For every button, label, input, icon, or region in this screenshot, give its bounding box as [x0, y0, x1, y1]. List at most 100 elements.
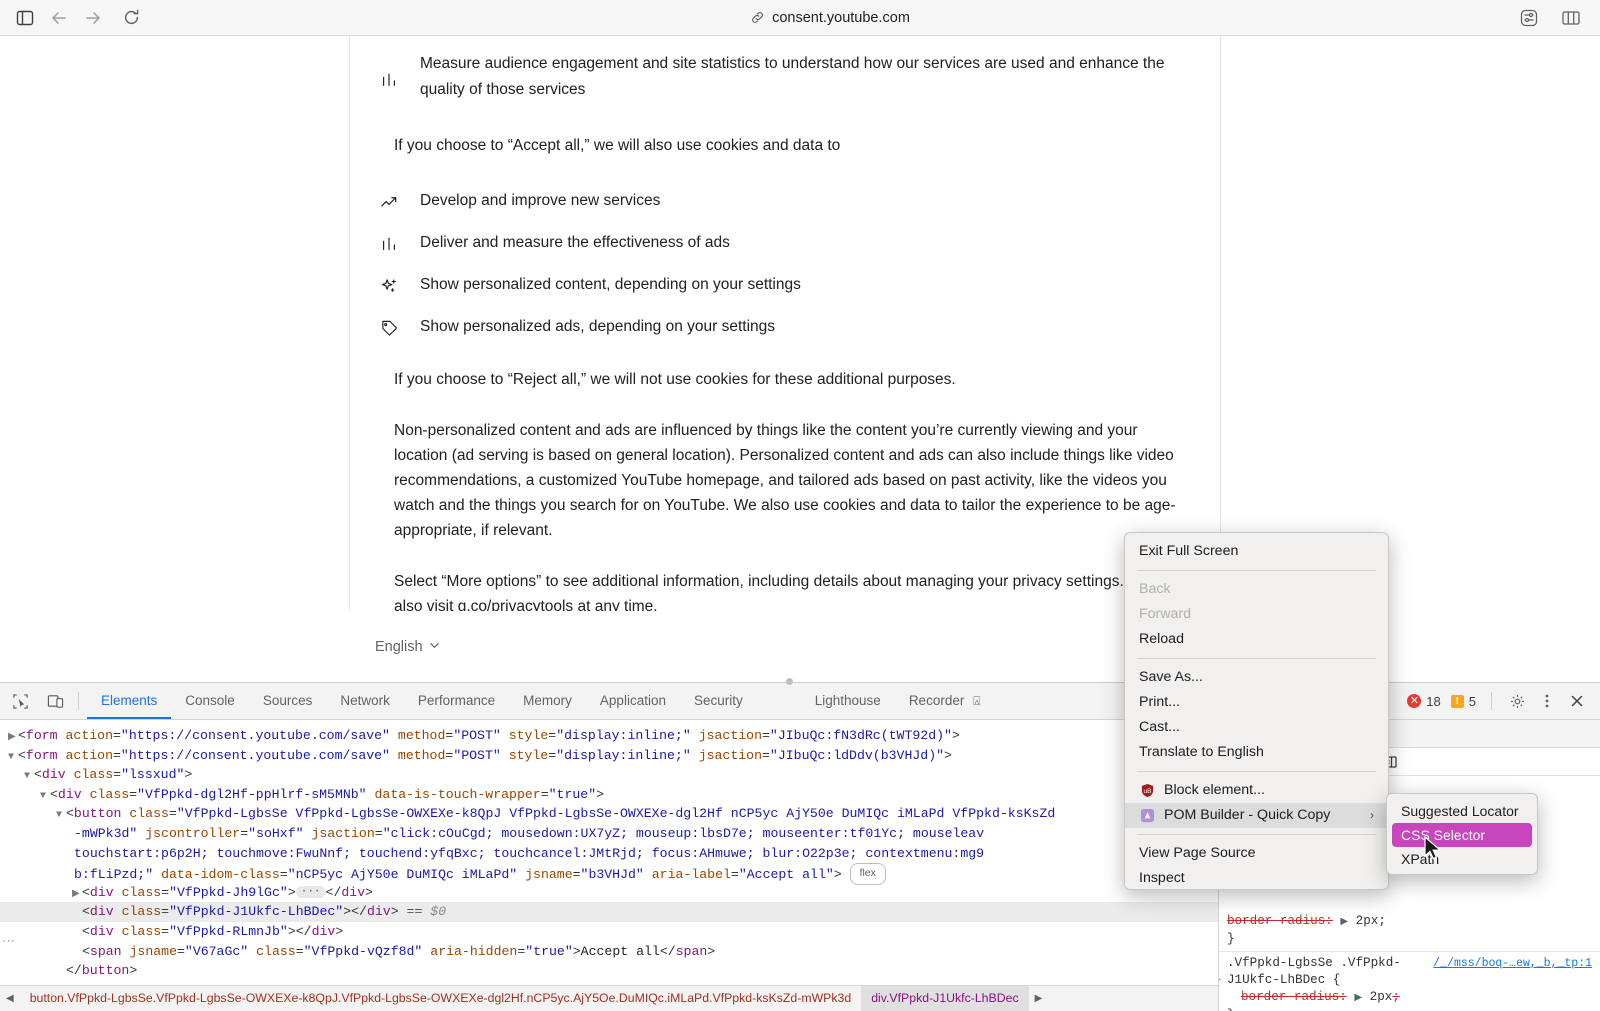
dom-tag: form — [26, 728, 58, 743]
split-view-icon[interactable] — [1556, 4, 1586, 32]
back-arrow-icon[interactable] — [44, 4, 74, 32]
browser-context-menu[interactable]: Exit Full ScreenBackForwardReloadSave As… — [1124, 532, 1389, 890]
dom-node-line[interactable]: </button> — [0, 961, 1218, 981]
css-rule[interactable]: border-radius: ▶ 2px; } — [1219, 910, 1600, 952]
tab-memory[interactable]: Memory — [509, 683, 586, 719]
dom-punc: < — [50, 787, 58, 802]
bar-chart-icon — [376, 67, 402, 93]
dom-node-line[interactable]: <div class="VfPpkd-J1Ukfc-LhBDec"></div>… — [0, 902, 1218, 922]
tab-application[interactable]: Application — [586, 683, 680, 719]
breadcrumb-scroll-left-icon[interactable]: ◀ — [0, 993, 20, 1004]
dom-node-line[interactable]: -mWPk3d" jscontroller="soHxf" jsaction="… — [0, 824, 1218, 844]
svg-text:uB: uB — [1143, 788, 1152, 795]
dom-tree-pane[interactable]: ▶<form action="https://consent.youtube.c… — [0, 720, 1219, 1011]
device-toolbar-icon[interactable] — [40, 686, 70, 716]
css-property-name[interactable]: border-radius — [1241, 990, 1339, 1004]
dom-node-line[interactable]: <span jsname="V67aGc" class="VfPpkd-vQzf… — [0, 942, 1218, 962]
menu-divider — [1137, 834, 1376, 835]
more-vertical-icon[interactable] — [1534, 688, 1560, 714]
context-menu-item-block-element[interactable]: uBBlock element... — [1125, 778, 1388, 803]
dom-punc: = — [762, 728, 770, 743]
dom-attr: class — [90, 787, 130, 802]
row-actions-icon[interactable]: ⋯ — [2, 933, 15, 949]
dom-punc — [691, 748, 699, 763]
tab-recorder[interactable]: Recorder ⍓ — [895, 683, 995, 719]
tag-icon — [376, 315, 402, 341]
error-count-badge[interactable]: ✕ 18 — [1404, 694, 1443, 709]
dom-tag: div — [42, 767, 66, 782]
language-selector[interactable]: English — [375, 639, 440, 655]
dom-val: "click:cOuCgd; mousedown:UX7yZ; mouseup:… — [383, 826, 984, 841]
value-expand-icon[interactable]: ▶ — [1354, 993, 1362, 1004]
dom-node-line[interactable]: <div class="VfPpkd-RLmnJb"></div> — [0, 922, 1218, 942]
dom-node-line[interactable]: ▼<form action="https://consent.youtube.c… — [0, 746, 1218, 766]
dom-val: "POST" — [453, 748, 500, 763]
dom-punc: = — [541, 787, 549, 802]
breadcrumb-item-button[interactable]: button.VfPpkd-LgbsSe.VfPpkd-LgbsSe-OWXEX… — [20, 986, 862, 1011]
dom-val: "lssxud" — [121, 767, 184, 782]
reader-settings-icon[interactable] — [1514, 4, 1544, 32]
dom-node-line[interactable]: ▼<div class="VfPpkd-dgl2Hf-ppHlrf-sM5MNb… — [0, 785, 1218, 805]
sparkle-icon — [376, 273, 402, 299]
dom-node-line[interactable]: ▶<div class="VfPpkd-Jh9lGc">···</div> — [0, 883, 1218, 903]
css-property-value[interactable]: 2px — [1356, 914, 1379, 928]
breadcrumb-item-current[interactable]: div.VfPpkd-J1Ukfc-LhBDec — [861, 986, 1028, 1011]
warning-count-badge[interactable]: ! 5 — [1448, 694, 1479, 709]
reload-icon[interactable] — [116, 4, 146, 32]
dom-val: "POST" — [453, 728, 500, 743]
dom-node-line[interactable]: ▼<button class="VfPpkd-LgbsSe VfPpkd-Lgb… — [0, 804, 1218, 824]
submenu-item-css-selector[interactable]: CSS Selector — [1392, 823, 1532, 847]
tab-recorder-label: Recorder — [909, 693, 965, 708]
tab-lighthouse[interactable]: Lighthouse — [801, 683, 895, 719]
dom-node-line[interactable]: ▼<div class="lssxud"> — [0, 765, 1218, 785]
expand-ellipsis-badge[interactable]: ··· — [296, 886, 326, 898]
breadcrumb-scroll-right-icon[interactable]: ▶ — [1029, 993, 1049, 1004]
context-menu-item-save-as[interactable]: Save As... — [1125, 665, 1388, 690]
dom-tree[interactable]: ▶<form action="https://consent.youtube.c… — [0, 720, 1218, 981]
bar-chart-icon — [376, 231, 402, 257]
css-rule-selector[interactable]: .VfPpkd-LgbsSe .VfPpkd-J1Ukfc-LhBDec { — [1227, 956, 1401, 987]
tab-elements[interactable]: Elements — [87, 683, 171, 719]
submenu-item-suggested-locator[interactable]: Suggested Locator — [1392, 799, 1532, 823]
context-menu-item-exit-full-screen[interactable]: Exit Full Screen — [1125, 539, 1388, 564]
context-menu-item-inspect[interactable]: Inspect — [1125, 866, 1388, 890]
error-count: 18 — [1426, 694, 1440, 709]
css-property-name[interactable]: border-radius — [1227, 914, 1325, 928]
tab-console[interactable]: Console — [171, 683, 249, 719]
dom-punc — [58, 748, 66, 763]
context-menu-item-view-page-source[interactable]: View Page Source — [1125, 841, 1388, 866]
submenu-item-xpath[interactable]: XPath — [1392, 847, 1532, 871]
context-menu-item-cast[interactable]: Cast... — [1125, 715, 1388, 740]
forward-arrow-icon[interactable] — [78, 4, 108, 32]
close-icon[interactable] — [1564, 688, 1590, 714]
accept-intro-text: If you choose to “Accept all,” we will a… — [394, 133, 1194, 158]
flex-badge[interactable]: flex — [850, 863, 886, 885]
dom-attr: class — [74, 767, 114, 782]
tab-security[interactable]: Security — [680, 683, 757, 719]
dom-punc: = — [113, 767, 121, 782]
context-menu-item-print[interactable]: Print... — [1125, 690, 1388, 715]
css-property-value[interactable]: 2px — [1370, 990, 1393, 1004]
tab-performance[interactable]: Performance — [404, 683, 509, 719]
context-menu-item-translate-to-english[interactable]: Translate to English — [1125, 740, 1388, 765]
css-rule-fold-icon[interactable]: ▶ — [1219, 972, 1221, 989]
value-expand-icon[interactable]: ▶ — [1340, 917, 1348, 928]
dom-val: "display:inline;" — [556, 748, 691, 763]
dom-node-line[interactable]: ▶<form action="https://consent.youtube.c… — [0, 726, 1218, 746]
sidebar-toggle-icon[interactable] — [10, 4, 40, 32]
css-rule[interactable]: /_/mss/boq-…ew,_b,_tp:1 .VfPpkd-LgbsSe .… — [1219, 952, 1600, 1011]
pom-builder-submenu[interactable]: Suggested LocatorCSS SelectorXPath — [1386, 793, 1538, 875]
address-bar[interactable]: consent.youtube.com — [146, 10, 1514, 26]
dom-tag: div — [90, 904, 114, 919]
context-menu-item-reload[interactable]: Reload — [1125, 627, 1388, 652]
inspect-element-icon[interactable] — [5, 686, 35, 716]
tab-sources[interactable]: Sources — [249, 683, 327, 719]
gear-icon[interactable] — [1504, 688, 1530, 714]
tab-network[interactable]: Network — [326, 683, 404, 719]
dom-punc: > — [707, 944, 715, 959]
dom-node-line[interactable]: b:fLiPzd;" data-idom-class="nCP5yc AjY50… — [0, 863, 1218, 883]
consent-bullet-text: Show personalized content, depending on … — [420, 272, 801, 298]
dom-node-line[interactable]: touchstart:p6p2H; touchmove:FwuNnf; touc… — [0, 844, 1218, 864]
context-menu-item-pom-builder-quick-copy[interactable]: POM Builder - Quick Copy› — [1125, 803, 1388, 828]
css-rule-source[interactable]: /_/mss/boq-…ew,_b,_tp:1 — [1433, 955, 1592, 972]
